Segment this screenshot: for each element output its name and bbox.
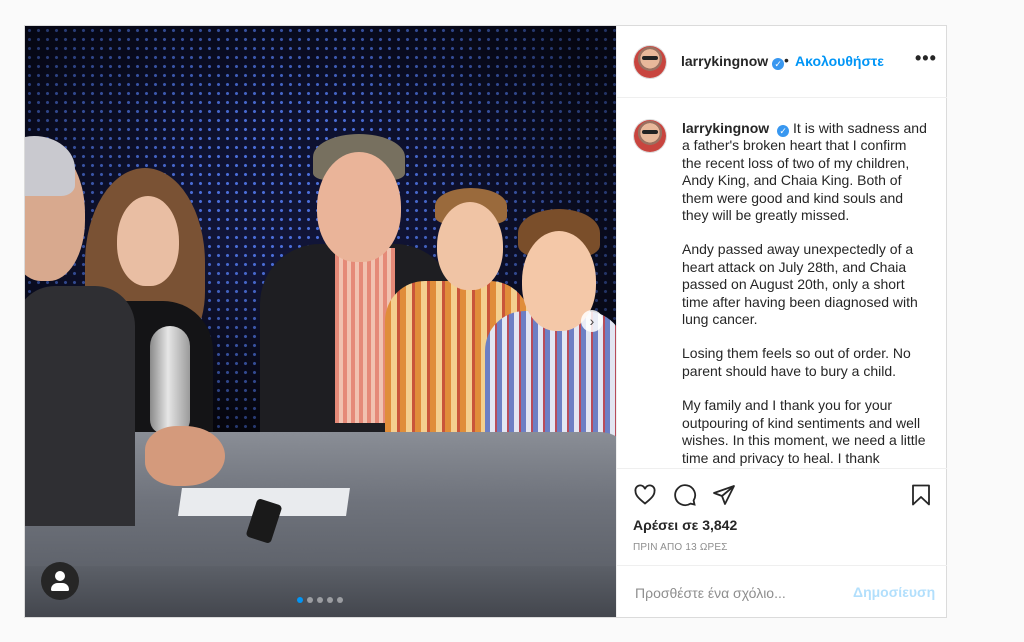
next-slide-chevron-icon[interactable]: › — [581, 310, 603, 332]
carousel-dot — [327, 597, 333, 603]
comment-bubble-icon[interactable] — [673, 483, 697, 507]
post-actions: Αρέσει σε 3,842 ΠΡΙΝ ΑΠΟ 13 ΩΡΕΣ Δημοσίε… — [617, 468, 947, 618]
man-face — [317, 152, 401, 262]
carousel-dot-active — [297, 597, 303, 603]
post-comment-button[interactable]: Δημοσίευση — [853, 584, 935, 600]
likes-count[interactable]: Αρέσει σε 3,842 — [633, 517, 737, 533]
carousel-dot — [337, 597, 343, 603]
heart-icon[interactable] — [633, 483, 657, 507]
bookmark-icon[interactable] — [909, 483, 933, 507]
post-side-panel: larrykingnow ✓ • Ακολουθήστε ••• larrykin… — [616, 26, 947, 618]
carousel-indicator — [297, 597, 343, 603]
microphone — [150, 326, 190, 434]
caption-paragraph: Andy passed away unexpectedly of a heart… — [682, 241, 918, 328]
caption-text: larrykingnow ✓ It is with sadness and a f… — [682, 120, 927, 468]
boy-right-figure — [485, 311, 616, 451]
paper-plane-icon[interactable] — [712, 483, 736, 507]
tagged-users-icon[interactable] — [41, 562, 79, 600]
post-photo[interactable]: › — [25, 26, 616, 617]
woman-face — [117, 196, 179, 286]
avatar[interactable] — [634, 46, 666, 78]
post-header: larrykingnow ✓ • Ακολουθήστε ••• — [617, 26, 947, 98]
tag-icon-head — [55, 571, 65, 581]
caption-paragraph: Losing them feels so out of order. No pa… — [682, 345, 911, 379]
header-username-link[interactable]: larrykingnow ✓ — [681, 53, 785, 71]
caption-paragraph: larrykingnow ✓ It is with sadness and a f… — [682, 120, 927, 224]
add-comment-row: Δημοσίευση — [617, 565, 947, 619]
follow-button[interactable]: Ακολουθήστε — [795, 53, 884, 69]
tag-icon-body — [51, 583, 69, 591]
post-timestamp[interactable]: ΠΡΙΝ ΑΠΟ 13 ΩΡΕΣ — [633, 542, 728, 553]
carousel-dot — [307, 597, 313, 603]
desk-edge — [25, 566, 616, 617]
boy-left-face — [437, 202, 503, 290]
verified-badge-icon: ✓ — [772, 58, 785, 70]
instagram-post: › larrykingnow ✓ • Ακολουθήστε ••• larry… — [24, 25, 947, 618]
comment-input[interactable] — [633, 578, 837, 608]
carousel-dot — [317, 597, 323, 603]
header-separator: • — [784, 52, 789, 68]
caption-avatar[interactable] — [634, 120, 666, 152]
caption-paragraph: My family and I thank you for your outpo… — [682, 397, 926, 466]
verified-badge-icon: ✓ — [777, 125, 790, 137]
username[interactable]: larrykingnow — [681, 53, 768, 69]
caption-scroll-area[interactable]: larrykingnow ✓ It is with sadness and a f… — [617, 98, 947, 468]
host-hand — [145, 426, 225, 486]
caption-username[interactable]: larrykingnow — [682, 120, 769, 136]
host-figure — [25, 286, 135, 526]
more-options-icon[interactable]: ••• — [915, 48, 937, 69]
